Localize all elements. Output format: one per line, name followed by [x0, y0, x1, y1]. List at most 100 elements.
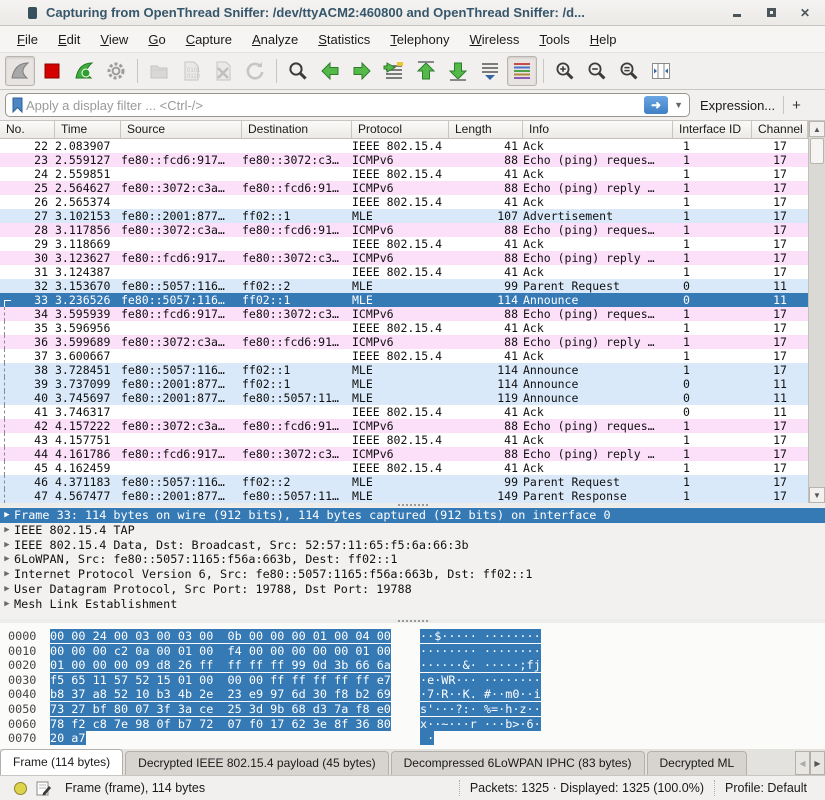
expander-icon[interactable]: ▶: [0, 597, 14, 612]
column-header-no[interactable]: No.: [0, 121, 55, 138]
byte-tab-2[interactable]: Decompressed 6LoWPAN IPHC (83 bytes): [391, 751, 645, 775]
menu-view[interactable]: View: [91, 29, 137, 50]
column-header-info[interactable]: Info: [523, 121, 673, 138]
tabs-scroll-left-icon[interactable]: ◀: [795, 751, 810, 775]
apply-filter-button[interactable]: ➜: [644, 96, 668, 114]
column-header-len[interactable]: Length: [449, 121, 523, 138]
packet-row-22[interactable]: 222.083907IEEE 802.15.441Ack117: [0, 139, 808, 153]
column-header-chan[interactable]: Channel: [752, 121, 808, 138]
capture-fin-icon[interactable]: [5, 56, 35, 86]
detail-row-4[interactable]: ▶Internet Protocol Version 6, Src: fe80:…: [0, 567, 825, 582]
status-profile[interactable]: Profile: Default: [714, 780, 817, 796]
hex-row-0060[interactable]: 006078 f2 c8 7e 98 0f b7 72 07 f0 17 62 …: [8, 717, 825, 732]
expander-icon[interactable]: ▶: [0, 552, 14, 567]
packet-row-29[interactable]: 293.118669IEEE 802.15.441Ack117: [0, 237, 808, 251]
detail-row-6[interactable]: ▶Mesh Link Establishment: [0, 597, 825, 612]
menu-file[interactable]: File: [8, 29, 47, 50]
restart-capture-icon[interactable]: [69, 56, 99, 86]
menu-tools[interactable]: Tools: [530, 29, 578, 50]
go-first-icon[interactable]: [411, 56, 441, 86]
find-packet-icon[interactable]: [283, 56, 313, 86]
expert-info-icon[interactable]: [14, 782, 27, 795]
menu-statistics[interactable]: Statistics: [309, 29, 379, 50]
packet-row-28[interactable]: 283.117856fe80::3072:c3a…fe80::fcd6:91…I…: [0, 223, 808, 237]
packet-row-31[interactable]: 313.124387IEEE 802.15.441Ack117: [0, 265, 808, 279]
close-file-icon[interactable]: [208, 56, 238, 86]
column-header-iface[interactable]: Interface ID: [673, 121, 752, 138]
bookmark-icon[interactable]: [10, 96, 26, 114]
packet-row-30[interactable]: 303.123627fe80::fcd6:917…fe80::3072:c3…I…: [0, 251, 808, 265]
stop-capture-icon[interactable]: [37, 56, 67, 86]
packet-row-43[interactable]: 434.157751IEEE 802.15.441Ack117: [0, 433, 808, 447]
capture-options-gear-icon[interactable]: [101, 56, 131, 86]
colorize-icon[interactable]: [507, 56, 537, 86]
expression-button[interactable]: Expression...: [690, 98, 783, 113]
hex-row-0040[interactable]: 0040b8 37 a8 52 10 b3 4b 2e 23 e9 97 6d …: [8, 687, 825, 702]
zoom-reset-icon[interactable]: [614, 56, 644, 86]
maximize-button[interactable]: [765, 7, 777, 19]
hex-row-0010[interactable]: 001000 00 00 c2 0a 00 01 00 f4 00 00 00 …: [8, 644, 825, 659]
add-filter-button[interactable]: +: [784, 97, 809, 114]
packet-row-27[interactable]: 273.102153fe80::2001:877…ff02::1MLE107Ad…: [0, 209, 808, 223]
zoom-in-icon[interactable]: [550, 56, 580, 86]
menu-capture[interactable]: Capture: [177, 29, 241, 50]
expander-icon[interactable]: ▶: [0, 582, 14, 597]
hex-row-0020[interactable]: 002001 00 00 00 09 d8 26 ff ff ff ff 99 …: [8, 658, 825, 673]
packet-row-40[interactable]: 403.745697fe80::2001:877…fe80::5057:11…M…: [0, 391, 808, 405]
scrollbar-trough[interactable]: [809, 165, 825, 487]
menu-edit[interactable]: Edit: [49, 29, 89, 50]
packet-row-46[interactable]: 464.371183fe80::5057:116…ff02::2MLE99Par…: [0, 475, 808, 489]
packet-row-33[interactable]: 333.236526fe80::5057:116…ff02::1MLE114An…: [0, 293, 808, 307]
packet-row-32[interactable]: 323.153670fe80::5057:116…ff02::2MLE99Par…: [0, 279, 808, 293]
hex-row-0030[interactable]: 0030f5 65 11 57 52 15 01 00 00 00 ff ff …: [8, 673, 825, 688]
save-file-icon[interactable]: 01010110: [176, 56, 206, 86]
capture-comment-icon[interactable]: [35, 780, 51, 796]
go-to-packet-icon[interactable]: [379, 56, 409, 86]
expander-icon[interactable]: ▶: [0, 523, 14, 538]
menu-help[interactable]: Help: [581, 29, 626, 50]
byte-tab-0[interactable]: Frame (114 bytes): [0, 749, 123, 775]
packet-row-35[interactable]: 353.596956IEEE 802.15.441Ack117: [0, 321, 808, 335]
packet-row-41[interactable]: 413.746317IEEE 802.15.441Ack011: [0, 405, 808, 419]
go-forward-icon[interactable]: [347, 56, 377, 86]
packet-row-47[interactable]: 474.567477fe80::2001:877…fe80::5057:11…M…: [0, 489, 808, 503]
detail-row-1[interactable]: ▶IEEE 802.15.4 TAP: [0, 523, 825, 538]
resize-columns-icon[interactable]: [646, 56, 676, 86]
packet-row-36[interactable]: 363.599689fe80::3072:c3a…fe80::fcd6:91…I…: [0, 335, 808, 349]
go-last-icon[interactable]: [443, 56, 473, 86]
packet-row-44[interactable]: 444.161786fe80::fcd6:917…fe80::3072:c3…I…: [0, 447, 808, 461]
detail-row-3[interactable]: ▶6LoWPAN, Src: fe80::5057:1165:f56a:663b…: [0, 552, 825, 567]
byte-tab-3[interactable]: Decrypted ML: [647, 751, 748, 775]
packet-row-34[interactable]: 343.595939fe80::fcd6:917…fe80::3072:c3…I…: [0, 307, 808, 321]
packet-row-38[interactable]: 383.728451fe80::5057:116…ff02::1MLE114An…: [0, 363, 808, 377]
detail-row-5[interactable]: ▶User Datagram Protocol, Src Port: 19788…: [0, 582, 825, 597]
packet-row-25[interactable]: 252.564627fe80::3072:c3a…fe80::fcd6:91…I…: [0, 181, 808, 195]
hex-row-0070[interactable]: 007020 a7 ·: [8, 731, 825, 746]
menu-analyze[interactable]: Analyze: [243, 29, 307, 50]
open-file-icon[interactable]: [144, 56, 174, 86]
packet-row-45[interactable]: 454.162459IEEE 802.15.441Ack117: [0, 461, 808, 475]
minimize-button[interactable]: [731, 7, 743, 19]
zoom-out-icon[interactable]: [582, 56, 612, 86]
packet-row-42[interactable]: 424.157222fe80::3072:c3a…fe80::fcd6:91…I…: [0, 419, 808, 433]
packet-list-scrollbar[interactable]: ▲ ▼: [808, 121, 825, 503]
column-header-src[interactable]: Source: [121, 121, 242, 138]
expander-icon[interactable]: ▶: [0, 508, 14, 523]
column-header-dst[interactable]: Destination: [242, 121, 352, 138]
hex-row-0000[interactable]: 000000 00 24 00 03 00 03 00 0b 00 00 00 …: [8, 629, 825, 644]
expander-icon[interactable]: ▶: [0, 567, 14, 582]
scrollbar-thumb[interactable]: [810, 138, 824, 164]
auto-scroll-icon[interactable]: [475, 56, 505, 86]
detail-row-0[interactable]: ▶Frame 33: 114 bytes on wire (912 bits),…: [0, 508, 825, 523]
column-header-time[interactable]: Time: [55, 121, 121, 138]
detail-row-2[interactable]: ▶IEEE 802.15.4 Data, Dst: Broadcast, Src…: [0, 538, 825, 553]
byte-tab-1[interactable]: Decrypted IEEE 802.15.4 payload (45 byte…: [125, 751, 388, 775]
display-filter-input[interactable]: [26, 95, 644, 115]
expander-icon[interactable]: ▶: [0, 538, 14, 553]
scroll-up-icon[interactable]: ▲: [809, 121, 825, 137]
tabs-scroll-right-icon[interactable]: ▶: [810, 751, 825, 775]
column-header-proto[interactable]: Protocol: [352, 121, 449, 138]
packet-row-26[interactable]: 262.565374IEEE 802.15.441Ack117: [0, 195, 808, 209]
menu-wireless[interactable]: Wireless: [461, 29, 529, 50]
reload-file-icon[interactable]: [240, 56, 270, 86]
